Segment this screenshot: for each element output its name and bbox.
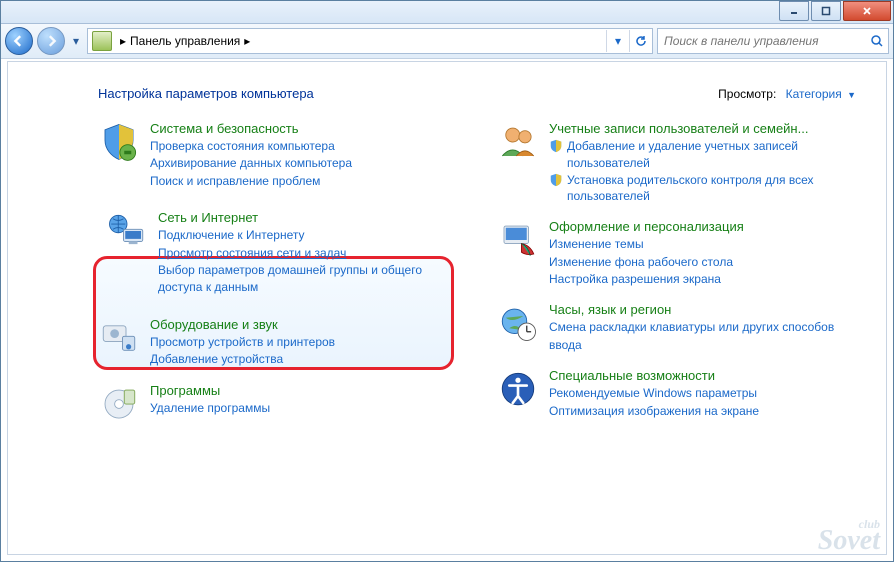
category-link[interactable]: Удаление программы	[150, 400, 457, 417]
category-title[interactable]: Специальные возможности	[549, 368, 856, 383]
breadcrumb-sep: ▸	[116, 34, 130, 48]
category-system-security: Система и безопасность Проверка состояни…	[98, 121, 457, 190]
close-button[interactable]	[843, 1, 891, 21]
minimize-button[interactable]	[779, 1, 809, 21]
hardware-icon	[98, 317, 140, 359]
category-link[interactable]: Рекомендуемые Windows параметры	[549, 385, 856, 402]
user-accounts-icon	[497, 121, 539, 163]
category-link[interactable]: Архивирование данных компьютера	[150, 155, 457, 172]
category-user-accounts: Учетные записи пользователей и семейн...…	[497, 121, 856, 205]
back-button[interactable]	[5, 27, 33, 55]
ease-of-access-icon	[497, 368, 539, 410]
network-icon	[106, 210, 148, 252]
right-column: Учетные записи пользователей и семейн...…	[497, 121, 856, 425]
view-label: Просмотр:	[718, 87, 776, 101]
category-appearance: Оформление и персонализация Изменение те…	[497, 219, 856, 288]
search-icon[interactable]	[866, 34, 888, 48]
category-title[interactable]: Часы, язык и регион	[549, 302, 856, 317]
titlebar	[1, 1, 893, 24]
maximize-button[interactable]	[811, 1, 841, 21]
category-title[interactable]: Сеть и Интернет	[158, 210, 449, 225]
category-network-internet: Сеть и Интернет Подключение к Интернету …	[98, 204, 457, 303]
chevron-down-icon: ▼	[847, 90, 856, 100]
category-link[interactable]: Изменение фона рабочего стола	[549, 254, 856, 271]
category-link-shielded[interactable]: Добавление и удаление учетных записей по…	[549, 138, 856, 172]
category-clock-region: Часы, язык и регион Смена раскладки клав…	[497, 302, 856, 354]
category-hardware-sound: Оборудование и звук Просмотр устройств и…	[98, 317, 457, 369]
window-controls	[779, 1, 893, 21]
control-panel-window: ▾ ▸ Панель управления ▸ ▾ Настройка пара…	[0, 0, 894, 562]
category-ease-of-access: Специальные возможности Рекомендуемые Wi…	[497, 368, 856, 420]
category-link[interactable]: Проверка состояния компьютера	[150, 138, 457, 155]
breadcrumb-root[interactable]: Панель управления	[130, 34, 240, 48]
category-link[interactable]: Оптимизация изображения на экране	[549, 403, 856, 420]
programs-icon	[98, 383, 140, 425]
category-link[interactable]: Просмотр состояния сети и задач	[158, 245, 449, 262]
category-link[interactable]: Добавление устройства	[150, 351, 457, 368]
address-dropdown[interactable]: ▾	[606, 30, 629, 52]
category-title[interactable]: Оформление и персонализация	[549, 219, 856, 234]
category-programs: Программы Удаление программы	[98, 383, 457, 425]
category-link[interactable]: Настройка разрешения экрана	[549, 271, 856, 288]
content-pane: Настройка параметров компьютера Просмотр…	[7, 61, 887, 555]
category-link[interactable]: Подключение к Интернету	[158, 227, 449, 244]
control-panel-icon	[92, 31, 112, 51]
breadcrumb-sep: ▸	[240, 34, 254, 48]
category-title[interactable]: Программы	[150, 383, 457, 398]
category-columns: Система и безопасность Проверка состояни…	[98, 121, 856, 425]
page-title: Настройка параметров компьютера	[98, 86, 314, 101]
left-column: Система и безопасность Проверка состояни…	[98, 121, 457, 425]
system-security-icon	[98, 121, 140, 163]
category-link[interactable]: Просмотр устройств и принтеров	[150, 334, 457, 351]
clock-region-icon	[497, 302, 539, 344]
category-link-shielded[interactable]: Установка родительского контроля для все…	[549, 172, 856, 206]
view-value: Категория	[786, 87, 842, 101]
category-link[interactable]: Поиск и исправление проблем	[150, 173, 457, 190]
search-box[interactable]	[657, 28, 889, 54]
address-bar[interactable]: ▸ Панель управления ▸ ▾	[87, 28, 653, 54]
forward-button[interactable]	[37, 27, 65, 55]
uac-shield-icon	[549, 173, 563, 187]
watermark: club Sovet	[818, 520, 880, 552]
appearance-icon	[497, 219, 539, 261]
refresh-button[interactable]	[629, 30, 652, 52]
category-link[interactable]: Смена раскладки клавиатуры или других сп…	[549, 319, 856, 354]
category-title[interactable]: Учетные записи пользователей и семейн...	[549, 121, 856, 136]
history-dropdown[interactable]: ▾	[69, 30, 83, 52]
category-link[interactable]: Выбор параметров домашней группы и общег…	[158, 262, 449, 297]
search-input[interactable]	[658, 34, 866, 48]
uac-shield-icon	[549, 139, 563, 153]
content-header: Настройка параметров компьютера Просмотр…	[98, 86, 856, 101]
navigation-bar: ▾ ▸ Панель управления ▸ ▾	[1, 24, 893, 59]
category-title[interactable]: Система и безопасность	[150, 121, 457, 136]
view-selector[interactable]: Просмотр: Категория ▼	[718, 87, 856, 101]
category-link[interactable]: Изменение темы	[549, 236, 856, 253]
category-title[interactable]: Оборудование и звук	[150, 317, 457, 332]
